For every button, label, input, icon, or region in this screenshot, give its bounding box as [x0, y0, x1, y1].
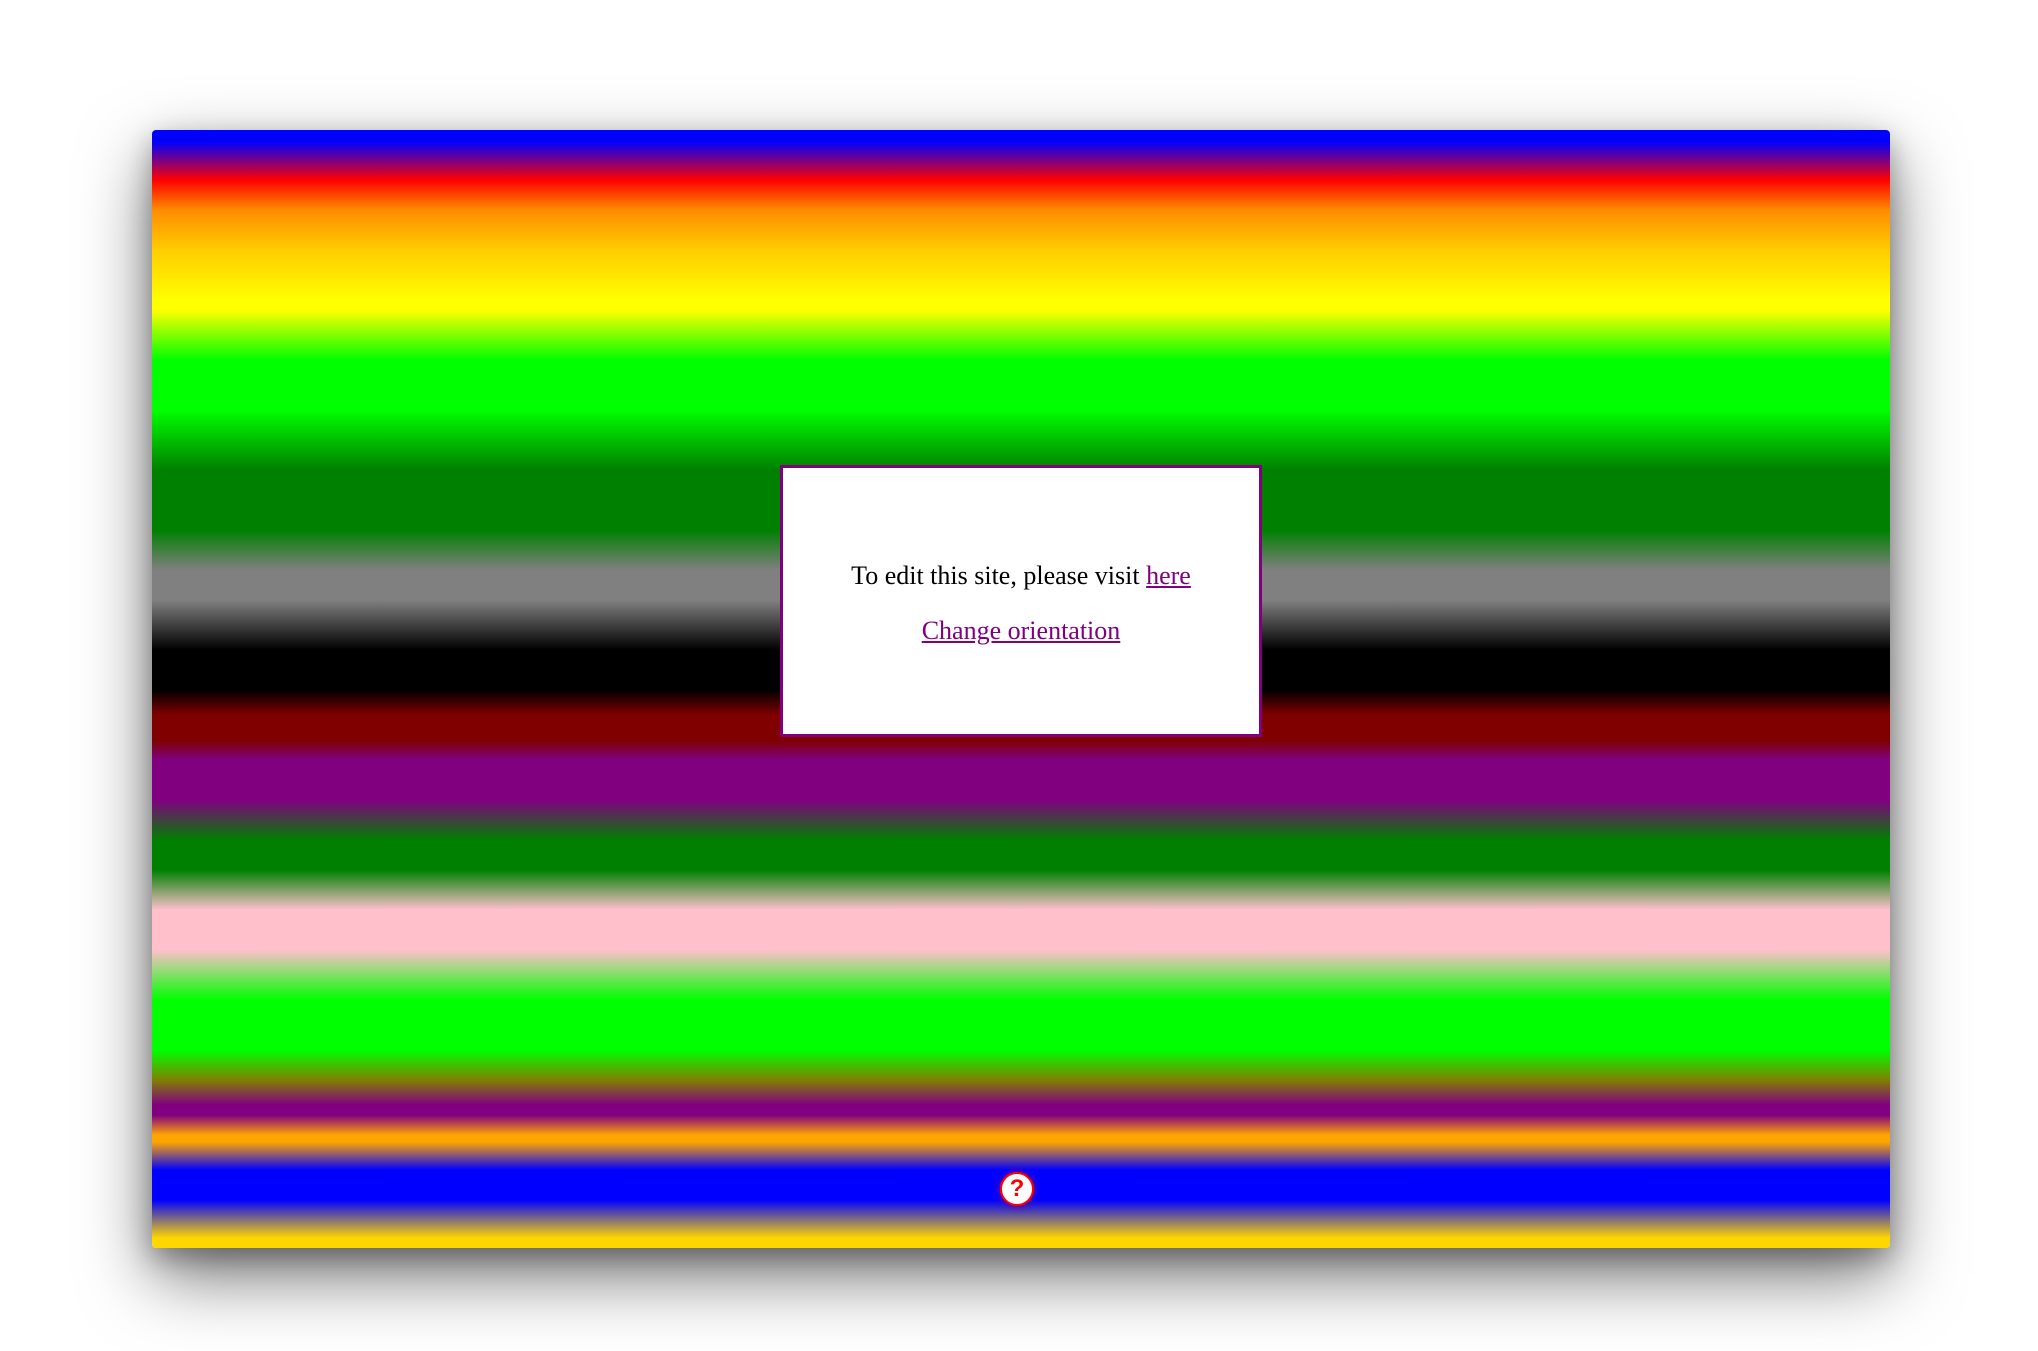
change-orientation-row: Change orientation: [783, 615, 1259, 647]
edit-site-here-link[interactable]: here: [1146, 561, 1191, 590]
edit-site-message: To edit this site, please visit here: [783, 560, 1259, 592]
site-window: To edit this site, please visit here Cha…: [152, 130, 1890, 1248]
change-orientation-link[interactable]: Change orientation: [922, 616, 1121, 645]
question-mark-icon: ?: [1009, 1175, 1025, 1202]
edit-site-dialog: To edit this site, please visit here Cha…: [780, 465, 1262, 737]
edit-site-text: To edit this site, please visit: [851, 561, 1147, 590]
help-button[interactable]: ?: [1000, 1172, 1034, 1206]
page-background: To edit this site, please visit here Cha…: [0, 0, 2038, 1351]
